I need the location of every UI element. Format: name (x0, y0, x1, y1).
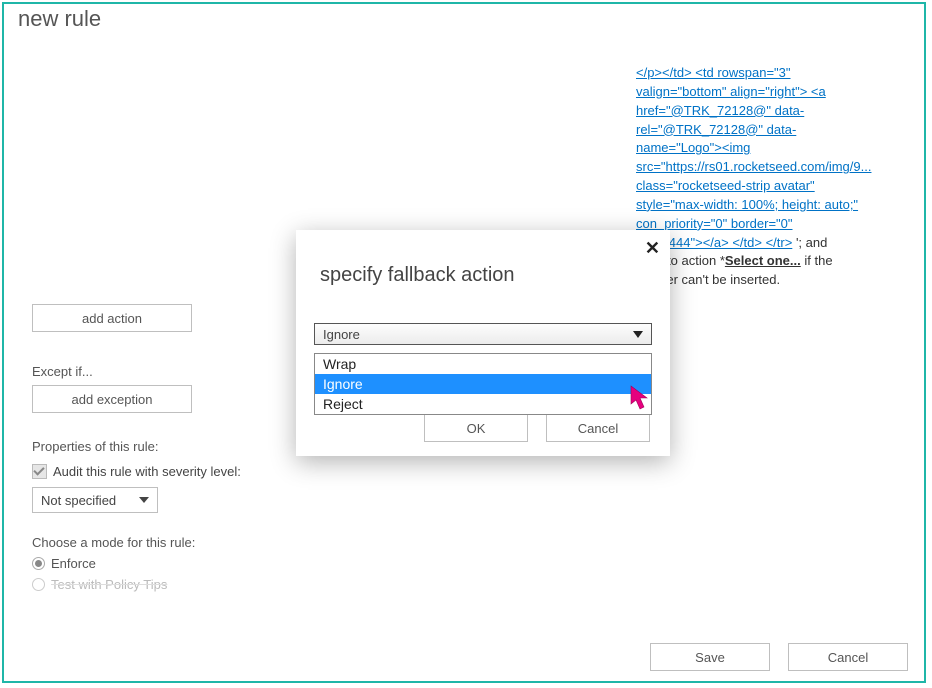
mode-test-row[interactable]: Test with Policy Tips (32, 577, 452, 592)
close-icon[interactable]: ✕ (645, 238, 660, 259)
mode-enforce-label: Enforce (51, 556, 96, 571)
window-title: new rule (4, 4, 924, 34)
preview-line: style="max-width: 100%; height: auto;" (636, 197, 858, 212)
add-exception-button[interactable]: add exception (32, 385, 192, 413)
window-frame: new rule </p></td> <td rowspan="3" valig… (2, 2, 926, 683)
fallback-action-dialog: ✕ specify fallback action Ignore OK Canc… (296, 230, 670, 456)
mode-enforce-row[interactable]: Enforce (32, 556, 452, 571)
dropdown-option-wrap[interactable]: Wrap (315, 354, 651, 374)
add-action-button[interactable]: add action (32, 304, 192, 332)
preview-tail: '; and (796, 235, 827, 250)
radio-enforce[interactable] (32, 557, 45, 570)
dialog-buttons: OK Cancel (424, 414, 650, 442)
footer-buttons: Save Cancel (650, 643, 908, 671)
preview-line: href="@TRK_72128@" data- (636, 103, 804, 118)
preview-line: rel="@TRK_72128@" data- (636, 122, 796, 137)
severity-select[interactable]: Not specified (32, 487, 158, 513)
choose-mode-label: Choose a mode for this rule: (32, 535, 452, 550)
fallback-select-value: Ignore (323, 327, 360, 342)
mode-test-label: Test with Policy Tips (51, 577, 167, 592)
ok-button[interactable]: OK (424, 414, 528, 442)
audit-row[interactable]: Audit this rule with severity level: (32, 464, 452, 479)
fallback-dropdown-list[interactable]: Wrap Ignore Reject (314, 353, 652, 415)
save-button[interactable]: Save (650, 643, 770, 671)
fallback-select[interactable]: Ignore (314, 323, 652, 345)
audit-label: Audit this rule with severity level: (53, 464, 241, 479)
preview-line: con_priority="0" border="0" (636, 216, 793, 231)
audit-checkbox[interactable] (32, 464, 47, 479)
select-one-link[interactable]: Select one... (725, 253, 801, 268)
radio-test[interactable] (32, 578, 45, 591)
preview-line: valign="bottom" align="right"> <a (636, 84, 826, 99)
preview-line: name="Logo"><img (636, 140, 750, 155)
dialog-cancel-button[interactable]: Cancel (546, 414, 650, 442)
dialog-title: specify fallback action (296, 230, 670, 305)
dropdown-option-reject[interactable]: Reject (315, 394, 651, 414)
preview-tail: if the (801, 253, 833, 268)
cancel-button[interactable]: Cancel (788, 643, 908, 671)
disclaimer-preview: </p></td> <td rowspan="3" valign="bottom… (636, 64, 904, 290)
severity-value: Not specified (41, 493, 116, 508)
preview-line: class="rocketseed-strip avatar" (636, 178, 815, 193)
chevron-down-icon (633, 331, 643, 338)
chevron-down-icon (139, 497, 149, 503)
preview-line: </p></td> <td rowspan="3" (636, 65, 791, 80)
dropdown-option-ignore[interactable]: Ignore (315, 374, 651, 394)
preview-line: src="https://rs01.rocketseed.com/img/9..… (636, 159, 871, 174)
